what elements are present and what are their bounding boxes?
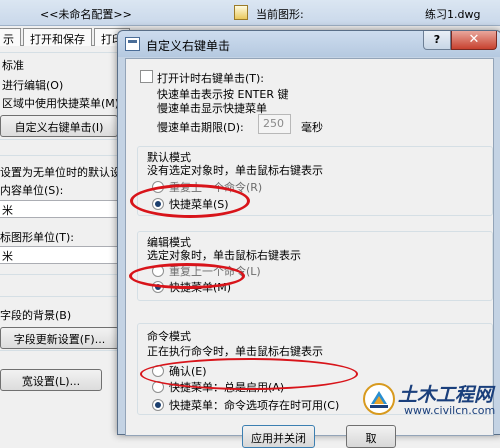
help-button[interactable]: ? — [423, 31, 451, 50]
tab-display[interactable]: 示 — [0, 28, 21, 46]
default-repeat-radio[interactable] — [152, 181, 164, 193]
command-confirm-label: 确认(E) — [169, 365, 207, 378]
duration-unit-label: 毫秒 — [301, 121, 323, 134]
current-drawing-value: 练习1.dwg — [425, 8, 481, 21]
field-update-settings-button[interactable]: 字段更新设置(F)... — [0, 327, 119, 349]
default-mode-description: 没有选定对象时，单击鼠标右键表示 — [147, 164, 323, 177]
source-units-select[interactable]: 米 — [0, 200, 119, 218]
edit-repeat-label: 重复上一个命令(L) — [169, 265, 261, 278]
close-button[interactable]: ✕ — [451, 31, 497, 50]
options-title-bar: <<未命名配置>> 当前图形: 练习1.dwg — [0, 0, 500, 26]
default-repeat-label: 重复上一个命令(R) — [169, 181, 263, 194]
command-mode-title: 命令模式 — [147, 330, 191, 343]
default-shortcut-label: 快捷菜单(S) — [169, 198, 229, 211]
command-mode-description: 正在执行命令时，单击鼠标右键表示 — [147, 345, 323, 358]
dialog-title-bar[interactable]: 自定义右键单击 ? ✕ — [118, 31, 500, 57]
timesensitive-checkbox[interactable] — [140, 70, 153, 83]
tab-open-save[interactable]: 打开和保存 — [23, 28, 92, 46]
edit-mode-description: 选定对象时，单击鼠标右键表示 — [147, 249, 301, 262]
duration-input[interactable]: 250 — [258, 114, 291, 134]
lineweight-settings-button[interactable]: 宽设置(L)... — [0, 369, 102, 391]
source-units-label: 内容单位(S): — [0, 184, 64, 197]
current-drawing-label: 当前图形: — [256, 8, 304, 21]
command-confirm-radio[interactable] — [152, 365, 164, 377]
edit-repeat-radio[interactable] — [152, 265, 164, 277]
dialog-title: 自定义右键单击 — [146, 39, 231, 53]
civilcn-logo-icon — [363, 383, 395, 415]
watermark-title: 土木工程网 — [398, 384, 494, 406]
apply-close-button[interactable]: 应用并关闭 — [242, 425, 315, 448]
right-click-customization-dialog: 自定义右键单击 ? ✕ 打开计时右键单击(T): 快速单击表示按 ENTER 键… — [117, 30, 500, 448]
right-click-custom-button[interactable]: 自定义右键单击(I) — [0, 115, 118, 137]
dbl-click-edit-option[interactable]: 进行编辑(O) — [2, 77, 63, 93]
command-shortcut-options-radio[interactable] — [152, 399, 164, 411]
edit-shortcut-label: 快捷菜单(M) — [169, 281, 232, 294]
units-heading: 设置为无单位时的默认设 — [0, 166, 121, 179]
command-shortcut-options-label: 快捷菜单：命令选项存在时可用(C) — [169, 399, 340, 412]
command-shortcut-always-label: 快捷菜单：总是启用(A) — [169, 381, 285, 394]
duration-label: 慢速单击期限(D): — [157, 121, 244, 134]
timesensitive-label: 打开计时右键单击(T): — [157, 72, 265, 85]
target-units-label: 标图形单位(T): — [0, 231, 75, 244]
cancel-button[interactable]: 取 — [346, 425, 396, 448]
drawing-file-icon — [234, 5, 248, 20]
watermark-url: www.civilcn.com — [404, 404, 496, 417]
profile-label: <<未命名配置>> — [40, 8, 132, 21]
field-background-option[interactable]: 字段的背景(B) — [0, 307, 71, 323]
default-shortcut-radio[interactable] — [152, 198, 164, 210]
standard-label: 标准 — [2, 59, 24, 72]
dialog-window-icon — [125, 37, 140, 51]
shortcut-in-area-option[interactable]: 区域中使用快捷菜单(M) — [2, 95, 119, 111]
command-shortcut-always-radio[interactable] — [152, 381, 164, 393]
slow-click-description: 慢速单击显示快捷菜单 — [157, 102, 267, 115]
target-units-select[interactable]: 米 — [0, 246, 119, 264]
edit-shortcut-radio[interactable] — [152, 281, 164, 293]
